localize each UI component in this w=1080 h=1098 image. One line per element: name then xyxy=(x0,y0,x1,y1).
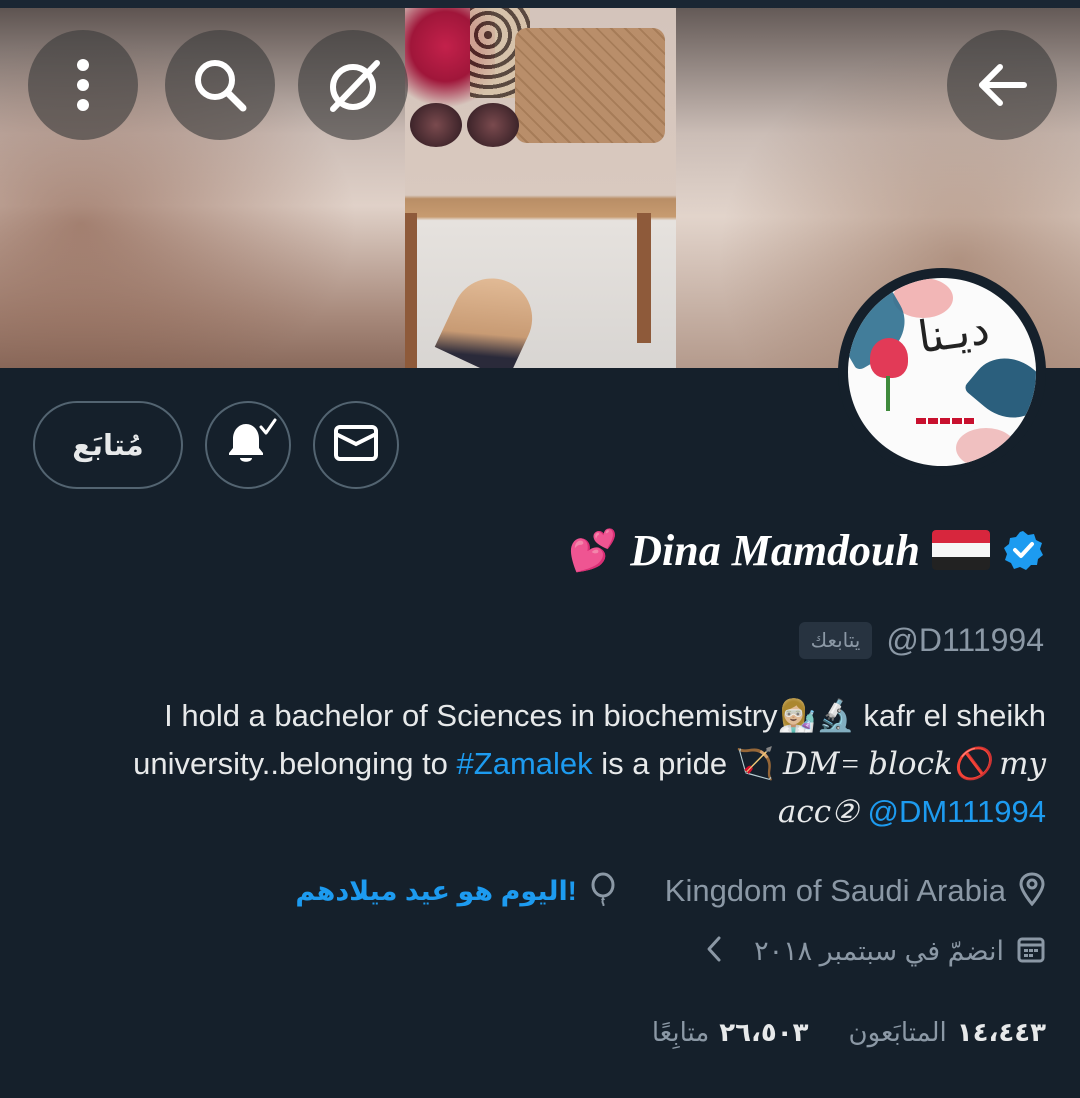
search-icon xyxy=(190,55,250,115)
bio-text: is a pride 🏹 xyxy=(592,746,775,781)
mention-link[interactable]: @DM111994 xyxy=(867,794,1046,829)
profile-name: Dina Mamdouh xyxy=(630,525,920,575)
banner-photo xyxy=(405,8,676,368)
bio-italic-text: 𝑎𝑐𝑐② xyxy=(777,794,859,829)
followers-count: ٢٦،٥٠٣ xyxy=(719,1016,809,1047)
profile-name-row: 💕 Dina Mamdouh xyxy=(568,515,1044,585)
location-text: Kingdom of Saudi Arabia xyxy=(664,873,1006,908)
bell-check-icon xyxy=(219,417,277,474)
profile-handle: @D111994 xyxy=(886,621,1044,658)
followers-label: متابِعًا xyxy=(651,1016,710,1047)
back-button[interactable] xyxy=(947,30,1057,140)
bio-text: university..belonging to xyxy=(133,746,457,781)
bio-line-2: university..belonging to #Zamalek is a p… xyxy=(86,740,1046,788)
followers-stat[interactable]: ٢٦،٥٠٣ متابِعًا xyxy=(652,1017,809,1048)
hearts-icon: 💕 xyxy=(568,527,619,574)
calendar-icon xyxy=(1016,934,1046,969)
message-button[interactable] xyxy=(313,401,399,489)
following-button-label: مُتابَع xyxy=(72,429,144,462)
arrow-left-icon xyxy=(974,57,1030,113)
hashtag-link[interactable]: #Zamalek xyxy=(457,746,593,781)
handbag-graphic xyxy=(515,28,665,143)
status-strip xyxy=(0,0,1080,8)
more-button[interactable] xyxy=(28,30,138,140)
bio-italic-text: 𝐷𝑀= 𝑏𝑙𝑜𝑐𝑘🚫 𝑚𝑦 xyxy=(782,746,1046,781)
follows-you-badge: يتابعك xyxy=(798,621,873,659)
following-button[interactable]: مُتابَع xyxy=(33,401,183,489)
handle-row: يتابعك @D111994 xyxy=(798,617,1044,663)
profile-bio: I hold a bachelor of Sciences in biochem… xyxy=(86,692,1046,836)
calligraphy-graphic: ديـنا xyxy=(914,303,993,364)
bio-line-3: 𝑎𝑐𝑐② @DM111994 xyxy=(86,788,1046,836)
search-button[interactable] xyxy=(165,30,275,140)
grok-icon xyxy=(321,53,385,117)
joined-row: انضمّ في سبتمبر ٢٠١٨ xyxy=(704,928,1046,974)
grok-button[interactable] xyxy=(298,30,408,140)
chevron-left-icon[interactable] xyxy=(704,934,724,969)
birthday-link[interactable]: اليوم هو عيد ميلادهم! xyxy=(295,876,576,907)
following-label: المتابَعون xyxy=(848,1016,947,1047)
flags-graphic xyxy=(916,418,976,424)
mail-icon xyxy=(333,424,379,467)
petal-graphic xyxy=(956,428,1016,466)
avatar-image: ديـنا xyxy=(848,278,1036,466)
notifications-button[interactable] xyxy=(205,401,291,489)
bio-line-1: I hold a bachelor of Sciences in biochem… xyxy=(164,698,1046,733)
stem-graphic xyxy=(886,376,890,411)
verified-badge-icon[interactable] xyxy=(1002,529,1044,571)
avatar[interactable]: ديـنا xyxy=(838,268,1046,476)
egypt-flag-icon xyxy=(932,530,990,570)
joined-date: انضمّ في سبتمبر ٢٠١٨ xyxy=(754,935,1004,966)
balloon-icon xyxy=(589,872,617,911)
more-vertical-icon xyxy=(63,55,103,115)
stats-row: ١٤،٤٤٣ المتابَعون ٢٦،٥٠٣ متابِعًا xyxy=(652,1008,1046,1056)
tulip-graphic xyxy=(870,338,908,378)
location-pin-icon xyxy=(1018,871,1046,911)
following-stat[interactable]: ١٤،٤٤٣ المتابَعون xyxy=(849,1017,1046,1048)
sunglasses-graphic xyxy=(405,103,525,153)
table-leg-graphic xyxy=(405,213,417,368)
table-leg-graphic xyxy=(637,213,651,343)
following-count: ١٤،٤٤٣ xyxy=(956,1016,1046,1047)
profile-meta-row: اليوم هو عيد ميلادهم! Kingdom of Saudi A… xyxy=(295,868,1046,914)
shoe-graphic xyxy=(434,265,546,368)
